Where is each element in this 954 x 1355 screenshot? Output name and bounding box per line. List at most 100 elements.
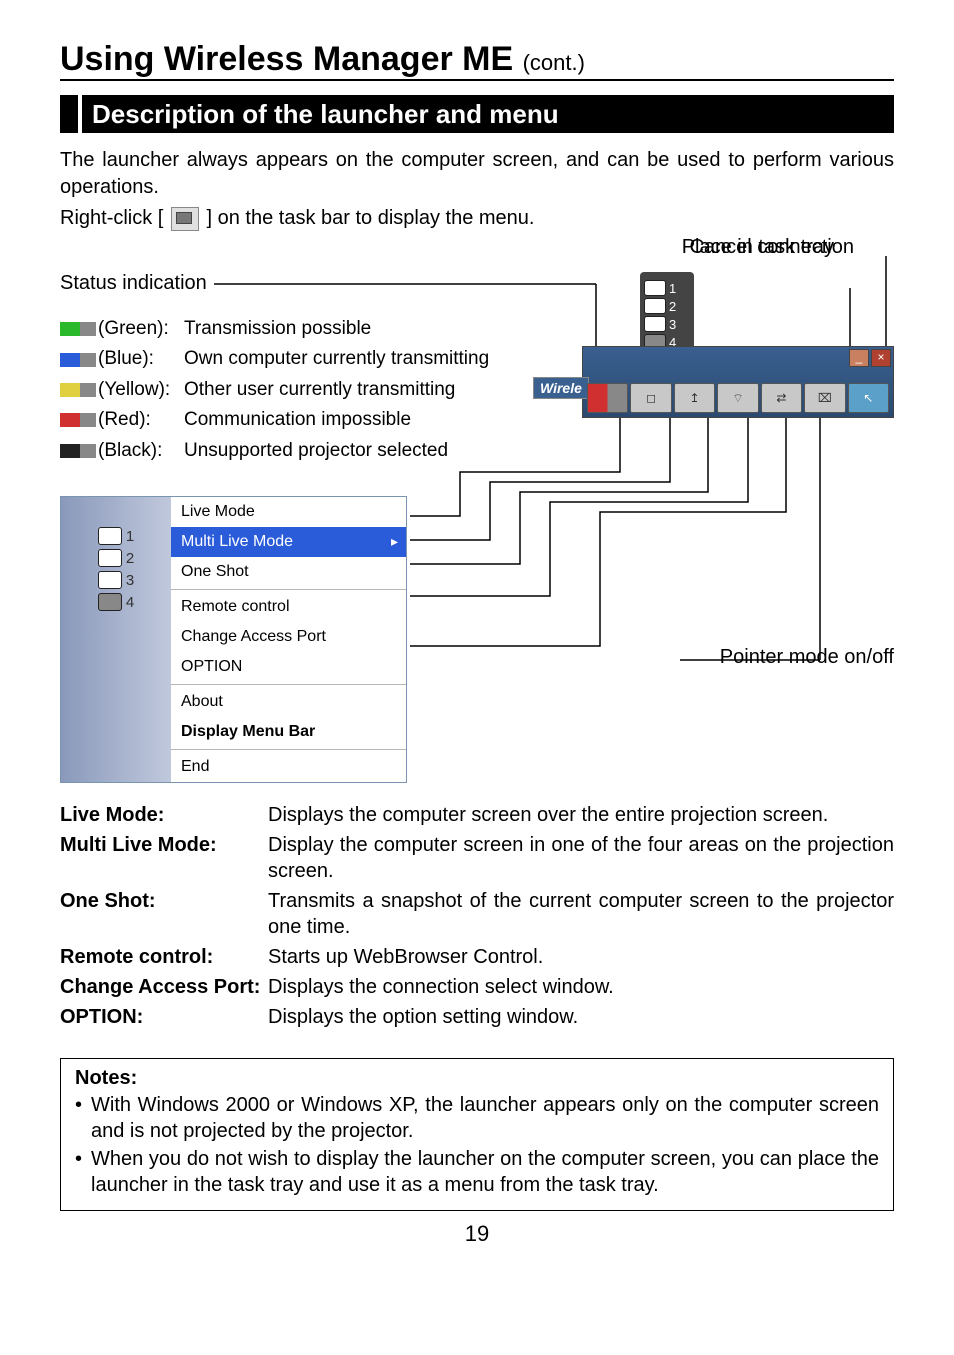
menu-separator (171, 749, 406, 750)
notes-item: • When you do not wish to display the la… (75, 1146, 879, 1198)
status-desc: Communication impossible (184, 405, 411, 435)
projector-list-item[interactable]: 2 (644, 298, 690, 314)
monitor-icon (644, 280, 666, 296)
callout-pointer-mode: Pointer mode on/off (720, 646, 894, 669)
tray-icon (171, 207, 199, 231)
menu-separator (171, 684, 406, 685)
status-color-legend: (Green): Transmission possible (Blue): O… (60, 314, 489, 466)
callout-status-indication: Status indication (60, 272, 207, 295)
definition-term: Change Access Port: (60, 974, 268, 1000)
status-label: (Green): (98, 314, 184, 344)
page-title-main: Using Wireless Manager ME (60, 40, 513, 78)
diagram: Cancel connection Place in task tray Sta… (60, 236, 894, 796)
definition-desc: Displays the option setting window. (268, 1004, 894, 1030)
definition-desc: Displays the computer screen over the en… (268, 802, 894, 828)
menu-item-live-mode[interactable]: Live Mode (171, 497, 406, 527)
notes-text: When you do not wish to display the laun… (91, 1146, 879, 1198)
definition-row: Live Mode: Displays the computer screen … (60, 802, 894, 828)
status-desc: Other user currently transmitting (184, 375, 455, 405)
intro-pre: Right-click [ (60, 207, 163, 229)
notes-box: Notes: • With Windows 2000 or Windows XP… (60, 1058, 894, 1211)
projector-list-item[interactable]: 1 (644, 280, 690, 296)
pointer-icon[interactable]: ↖ (848, 383, 889, 413)
definition-desc: Starts up WebBrowser Control. (268, 944, 894, 970)
remote-icon[interactable]: ⌧ (804, 383, 845, 413)
definition-row: Change Access Port: Displays the connect… (60, 974, 894, 1000)
monitor-icon (98, 571, 122, 589)
monitor-icon (644, 316, 666, 332)
mode-button[interactable]: ◻ (630, 383, 671, 413)
menu-item-remote-control[interactable]: Remote control (171, 592, 406, 622)
status-row-red: (Red): Communication impossible (60, 405, 489, 435)
projector-list-item[interactable]: 3 (644, 316, 690, 332)
definition-term: Multi Live Mode: (60, 832, 268, 884)
menu-item-about[interactable]: About (171, 687, 406, 717)
definition-row: One Shot: Transmits a snapshot of the cu… (60, 888, 894, 940)
context-menu-side: 1 2 3 4 (61, 497, 171, 782)
intro-post: ] on the task bar to display the menu. (206, 207, 534, 229)
status-desc: Own computer currently transmitting (184, 344, 489, 374)
minimize-to-tray-button[interactable]: _ (849, 349, 869, 367)
monitor-icon (98, 527, 122, 545)
bullet-icon: • (75, 1092, 91, 1144)
swatch-red (60, 413, 96, 427)
menu-separator (171, 589, 406, 590)
notes-item: • With Windows 2000 or Windows XP, the l… (75, 1092, 879, 1144)
callout-place-in-tray: Place in task tray (682, 236, 834, 259)
definition-row: Multi Live Mode: Display the computer sc… (60, 832, 894, 884)
status-label: (Yellow): (98, 375, 184, 405)
status-row-yellow: (Yellow): Other user currently transmitt… (60, 375, 489, 405)
monitor-icon (98, 549, 122, 567)
status-label: (Blue): (98, 344, 184, 374)
intro-paragraph-2: Right-click [ ] on the task bar to displ… (60, 205, 894, 232)
definition-desc: Transmits a snapshot of the current comp… (268, 888, 894, 940)
close-button[interactable]: × (871, 349, 891, 367)
status-label: (Black): (98, 436, 184, 466)
status-desc: Transmission possible (184, 314, 371, 344)
context-menu-items: Live Mode Multi Live Mode One Shot Remot… (171, 497, 406, 782)
status-swatch-icon (587, 383, 628, 413)
section-title: Description of the launcher and menu (82, 95, 894, 133)
menu-item-one-shot[interactable]: One Shot (171, 557, 406, 587)
definition-term: OPTION: (60, 1004, 268, 1030)
launcher-toolbar: ◻ ↥ ⌔ ⇄ ⌧ ↖ (587, 383, 889, 413)
context-menu-side-item: 2 (98, 549, 134, 567)
definition-desc: Displays the connection select window. (268, 974, 894, 1000)
definition-term: One Shot: (60, 888, 268, 940)
select-button[interactable]: ↥ (674, 383, 715, 413)
swatch-yellow (60, 383, 96, 397)
section-header: Description of the launcher and menu (60, 95, 894, 133)
menu-item-display-menu-bar[interactable]: Display Menu Bar (171, 717, 406, 747)
page-number: 19 (60, 1221, 894, 1247)
page-title-cont: (cont.) (523, 50, 585, 75)
menu-item-change-access-port[interactable]: Change Access Port (171, 622, 406, 652)
menu-item-option[interactable]: OPTION (171, 652, 406, 682)
bullet-icon: • (75, 1146, 91, 1198)
definitions-list: Live Mode: Displays the computer screen … (60, 802, 894, 1030)
monitor-icon (98, 593, 122, 611)
intro-paragraph-1: The launcher always appears on the compu… (60, 147, 894, 201)
definition-row: OPTION: Displays the option setting wind… (60, 1004, 894, 1030)
context-menu-side-item: 3 (98, 571, 134, 589)
status-row-green: (Green): Transmission possible (60, 314, 489, 344)
launcher-window: Wirele _ × ◻ ↥ ⌔ ⇄ ⌧ ↖ (582, 346, 894, 418)
status-row-black: (Black): Unsupported projector selected (60, 436, 489, 466)
definition-term: Live Mode: (60, 802, 268, 828)
wifi-icon[interactable]: ⌔ (717, 383, 758, 413)
definition-row: Remote control: Starts up WebBrowser Con… (60, 944, 894, 970)
swatch-black (60, 444, 96, 458)
menu-item-end[interactable]: End (171, 752, 406, 782)
notes-text: With Windows 2000 or Windows XP, the lau… (91, 1092, 879, 1144)
swatch-blue (60, 353, 96, 367)
definition-desc: Display the computer screen in one of th… (268, 832, 894, 884)
menu-item-multi-live-mode[interactable]: Multi Live Mode (171, 527, 406, 557)
tools-icon[interactable]: ⇄ (761, 383, 802, 413)
status-desc: Unsupported projector selected (184, 436, 448, 466)
context-menu-side-item: 1 (98, 527, 134, 545)
context-menu: 1 2 3 4 Live Mode Multi Live Mode One Sh… (60, 496, 407, 783)
window-controls: _ × (849, 349, 891, 367)
notes-title: Notes: (75, 1067, 879, 1090)
monitor-icon (644, 298, 666, 314)
status-row-blue: (Blue): Own computer currently transmitt… (60, 344, 489, 374)
swatch-green (60, 322, 96, 336)
